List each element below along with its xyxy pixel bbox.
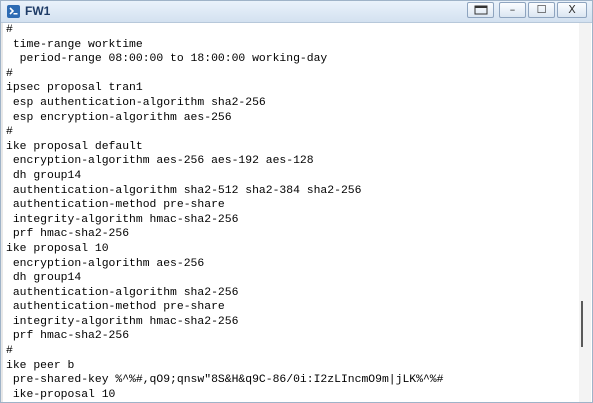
terminal-line: ipsec proposal tran1 bbox=[6, 82, 143, 95]
terminal-app-icon bbox=[7, 5, 20, 18]
terminal-line: authentication-algorithm sha2-512 sha2-3… bbox=[6, 184, 362, 197]
terminal-line: authentication-method pre-share bbox=[6, 199, 225, 212]
terminal-output[interactable]: # time-range worktime period-range 08:00… bbox=[6, 23, 576, 402]
terminal-line: prf hmac-sha2-256 bbox=[6, 330, 130, 343]
restore-bar-button[interactable] bbox=[467, 2, 494, 18]
terminal-line: encryption-algorithm aes-256 aes-192 aes… bbox=[6, 155, 314, 168]
terminal-line: encryption-algorithm aes-256 bbox=[6, 257, 205, 270]
terminal-line: authentication-method pre-share bbox=[6, 301, 225, 314]
terminal-line: ike peer b bbox=[6, 359, 75, 372]
terminal-line: prf hmac-sha2-256 bbox=[6, 228, 130, 241]
title-bar[interactable]: FW1 – ☐ X bbox=[1, 1, 592, 23]
terminal-line: integrity-algorithm hmac-sha2-256 bbox=[6, 213, 239, 226]
terminal-line: # bbox=[6, 345, 13, 358]
terminal-window: FW1 – ☐ X # time-range worktime period-r… bbox=[0, 0, 593, 403]
terminal-line: ike proposal 10 bbox=[6, 242, 109, 255]
terminal-line: esp encryption-algorithm aes-256 bbox=[6, 111, 232, 124]
terminal-line: time-range worktime bbox=[6, 38, 143, 51]
terminal-line: ike proposal default bbox=[6, 140, 143, 153]
terminal-line: integrity-algorithm hmac-sha2-256 bbox=[6, 315, 239, 328]
terminal-line: dh group14 bbox=[6, 272, 82, 285]
maximize-button[interactable]: ☐ bbox=[528, 2, 555, 18]
terminal-line: esp authentication-algorithm sha2-256 bbox=[6, 96, 266, 109]
terminal-line: ike-proposal 10 bbox=[6, 388, 116, 401]
window-title: FW1 bbox=[25, 4, 51, 18]
minimize-button[interactable]: – bbox=[499, 2, 526, 18]
window-border bbox=[1, 23, 3, 402]
terminal-line: pre-shared-key %^%#,qO9;qnsw"8S&H&q9C-86… bbox=[6, 374, 444, 387]
terminal-line: period-range 08:00:00 to 18:00:00 workin… bbox=[6, 53, 328, 66]
restore-bar-icon bbox=[474, 5, 487, 15]
close-button[interactable]: X bbox=[557, 2, 587, 18]
scrollbar-thumb[interactable] bbox=[581, 301, 583, 347]
terminal-line: dh group14 bbox=[6, 169, 82, 182]
terminal-line: # bbox=[6, 24, 13, 36]
terminal-line: # bbox=[6, 67, 13, 80]
terminal-line: authentication-algorithm sha2-256 bbox=[6, 286, 239, 299]
terminal-line: # bbox=[6, 126, 13, 139]
